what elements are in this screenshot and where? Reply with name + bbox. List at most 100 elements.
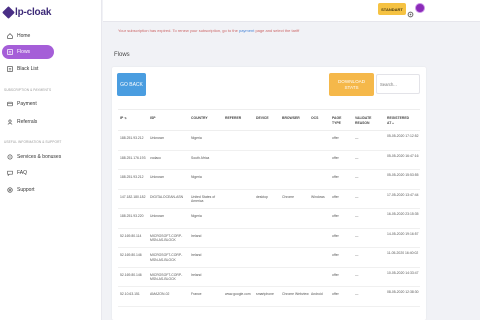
column-header-referer[interactable]: REFERER (225, 116, 241, 121)
cell-page-type: offer (332, 253, 339, 257)
sidebar-item-referrals[interactable]: Referrals (2, 115, 54, 129)
sidebar-item-label: Home (17, 33, 31, 39)
cell-registered-at: 08-05-2020 12:38:30 (387, 290, 419, 294)
logo-icon (2, 5, 15, 19)
cell-ip: 147.182.180.182 (120, 194, 146, 199)
faq-icon (7, 170, 13, 176)
cell-validate-reason: — (355, 214, 359, 218)
download-stats-button[interactable]: DOWNLOAD STATS (329, 73, 374, 96)
column-header-validate-reason[interactable]: VALIDATE REASON (355, 116, 377, 126)
sidebar-item-home[interactable]: Home (2, 29, 54, 43)
cell-country: Ireland (191, 253, 202, 257)
column-header-registered-at[interactable]: REGISTERED AT▴ (387, 116, 413, 126)
cell-validate-reason: — (355, 175, 359, 179)
subscription-notice: Your subscription has expired. To renew … (118, 28, 299, 33)
cell-registered-at: 14-05-2020 19:16:57 (387, 231, 419, 236)
cell-isp: MICROSOFT-CORP-MSN-AS-BLOCK (150, 253, 183, 262)
column-header-ocs[interactable]: OCS (311, 116, 318, 121)
column-header-browser[interactable]: BROWSER (282, 116, 300, 121)
cell-page-type: offer (332, 175, 339, 179)
column-header-page-type[interactable]: PAGE TYPE (332, 116, 346, 126)
cell-registered-at: 10-05-2020 14:33:47 (387, 270, 419, 275)
cell-page-type: offer (332, 272, 339, 277)
cell-ip: 52.169.80.146 (120, 272, 142, 277)
sidebar-item-label: Payment (17, 101, 37, 107)
cell-isp: vodaco (150, 155, 161, 160)
cell-ip: 188.251.176.193 (120, 155, 146, 160)
cell-page-type: offer (332, 214, 339, 218)
table-row[interactable]: 52.169.80.114 MICROSOFT-CORP-MSN-AS-BLOCK… (118, 229, 420, 248)
table-row[interactable]: 188.251.93.212 Unknown Nigeria offer — 05-05-… (118, 170, 420, 190)
table-row[interactable]: 188.251.93.212 Unknown Nigeria offer — 05-05-… (118, 131, 420, 151)
go-back-button[interactable]: GO BACK (117, 73, 146, 96)
cell-ip: 52.169.80.146 (120, 253, 142, 257)
cell-isp: Unknown (150, 214, 165, 218)
avatar[interactable] (415, 3, 425, 13)
flows-card: GO BACK DOWNLOAD STATS IP⇅ ISP COUNTRY R… (112, 67, 426, 320)
cell-ip: 188.251.93.212 (120, 175, 144, 179)
sidebar-item-label: FAQ (17, 170, 28, 176)
cell-validate-reason: — (355, 136, 359, 140)
column-header-isp[interactable]: ISP (150, 116, 155, 121)
cell-page-type: offer (332, 233, 339, 238)
list-icon (7, 66, 13, 72)
cell-device: desktop (256, 194, 268, 199)
sidebar-section-info: USEFUL INFORMATION & SUPPORT (4, 140, 62, 144)
home-icon (7, 33, 13, 39)
cell-isp: MICROSOFT-CORP-MSN-AS-BLOCK (150, 233, 183, 243)
sidebar-item-label: Services & bonuses (17, 154, 62, 160)
upgrade-button[interactable]: STANDART (378, 3, 406, 15)
cell-device: smartphone (256, 292, 274, 296)
table-row[interactable]: 147.182.180.182 DIGITALOCEAN-ASN United St… (118, 190, 420, 209)
flows-icon (7, 49, 13, 55)
cell-isp: DIGITALOCEAN-ASN (150, 194, 184, 199)
column-header-device[interactable]: DEVICE (256, 116, 269, 121)
gear-icon[interactable] (407, 5, 414, 18)
sidebar-item-services[interactable]: Services & bonuses (2, 150, 72, 164)
sidebar-item-label: Flows (17, 49, 31, 55)
cell-country: Ireland (191, 233, 202, 238)
cell-validate-reason: — (355, 194, 359, 199)
logo-text: lp-cloak (15, 6, 52, 18)
sidebar-item-payment[interactable]: Payment (2, 97, 54, 111)
cell-validate-reason: — (355, 233, 359, 238)
logo[interactable]: lp-cloak (2, 5, 52, 19)
sidebar-item-label: Support (17, 187, 35, 193)
cell-validate-reason: — (355, 253, 359, 257)
sidebar-item-label: Black List (17, 66, 39, 72)
cell-registered-at: 05-05-2020 17:12:52 (387, 134, 419, 138)
sidebar-item-label: Referrals (17, 119, 38, 125)
cell-page-type: offer (332, 194, 339, 199)
cell-country: Nigeria (191, 214, 202, 218)
cell-page-type: offer (332, 292, 339, 296)
cell-validate-reason: — (355, 292, 359, 296)
cell-ip: 188.251.93.220 (120, 214, 144, 218)
search-input[interactable] (376, 74, 420, 94)
cell-registered-at: 17-05-2020 13:47:44 (387, 192, 419, 197)
cell-country: Ireland (191, 272, 202, 277)
column-header-ip[interactable]: IP⇅ (120, 116, 127, 121)
cell-registered-at: 16-05-2020 23:15:35 (387, 212, 419, 216)
cell-ip: 52.169.80.114 (120, 233, 142, 238)
cell-registered-at: 05-05-2020 15:53:55 (387, 173, 419, 177)
cell-country: United States of America (191, 194, 216, 204)
cell-isp: Unknown (150, 136, 165, 140)
cell-browser: Chrome (282, 194, 295, 199)
table-row[interactable]: 188.251.93.220 Unknown Nigeria offer — 16-05-… (118, 209, 420, 229)
cell-page-type: offer (332, 155, 339, 160)
sidebar-item-faq[interactable]: FAQ (2, 166, 54, 180)
page-title: Flows (114, 52, 130, 58)
sidebar-section-subscription: SUBSCRIPTION & PAYMENTS (4, 88, 52, 92)
table-row[interactable]: 52.10.63.151 AMAZON-02 France www.google.co… (118, 287, 420, 307)
cell-page-type: offer (332, 136, 339, 140)
payment-link[interactable]: payment (239, 28, 254, 33)
sidebar-item-support[interactable]: Support (2, 183, 54, 197)
cell-validate-reason: — (355, 272, 359, 277)
sidebar-item-flows[interactable]: Flows (2, 45, 54, 59)
table-row[interactable]: 52.169.80.146 MICROSOFT-CORP-MSN-AS-BLOCK… (118, 248, 420, 268)
services-icon (7, 154, 13, 160)
column-header-country[interactable]: COUNTRY (191, 116, 208, 121)
table-row[interactable]: 52.169.80.146 MICROSOFT-CORP-MSN-AS-BLOCK… (118, 268, 420, 287)
table-row[interactable]: 188.251.176.193 vodaco South Africa offer — 0… (118, 151, 420, 170)
sidebar-item-black-list[interactable]: Black List (2, 62, 54, 76)
